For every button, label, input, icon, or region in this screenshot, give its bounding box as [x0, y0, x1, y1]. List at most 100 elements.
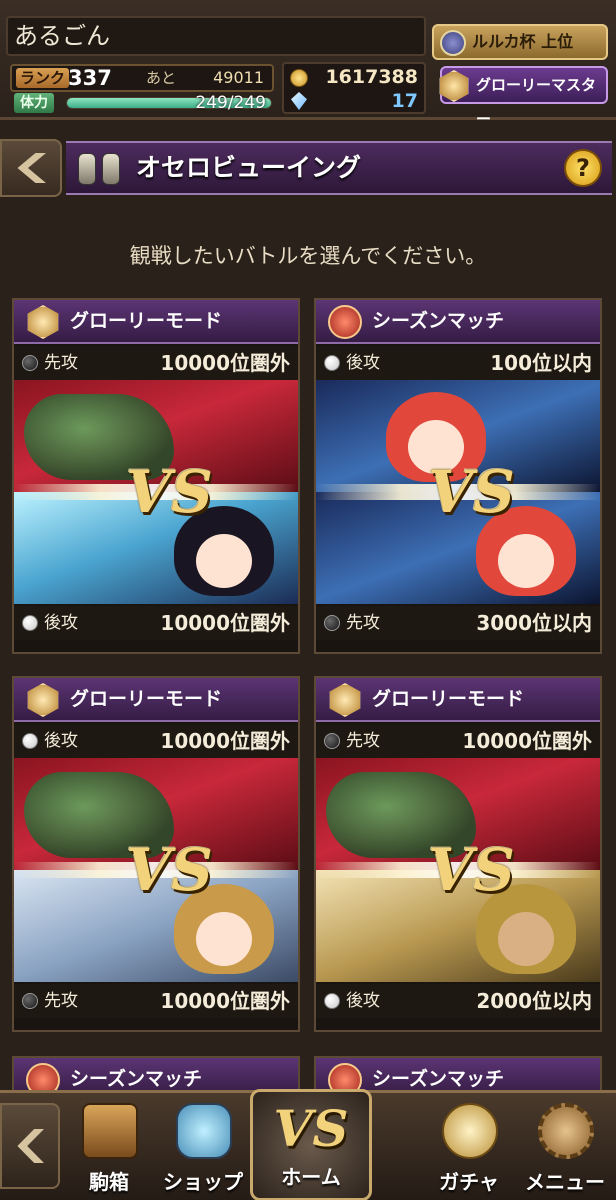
bottom-nav: 駒箱 ショップ VS ホーム ガチャ メニュー — [0, 1089, 616, 1200]
card-header: シーズンマッチ — [316, 300, 600, 344]
player-rank: 10000位圏外 — [160, 729, 290, 753]
vs-emblem: VS — [126, 458, 213, 526]
mode-label: グローリーモード — [70, 688, 223, 710]
player-row-top: 先攻 10000位圏外 — [316, 724, 600, 758]
player-row-top: 後攻 100位以内 — [316, 346, 600, 380]
rank-value: 337 — [68, 66, 112, 90]
stamina-panel: 体力 249/249 — [10, 92, 274, 114]
nav-label: 駒箱 — [89, 1170, 129, 1194]
turn-label: 先攻 — [44, 353, 78, 373]
turn-label: 先攻 — [44, 991, 78, 1011]
white-stone-icon — [22, 733, 38, 749]
nav-gacha[interactable]: ガチャ — [424, 1099, 514, 1199]
binoculars-icon — [78, 153, 122, 185]
chevron-left-icon — [17, 153, 46, 183]
glory-mode-icon — [329, 683, 361, 717]
player-row-bottom: 後攻 10000位圏外 — [14, 606, 298, 640]
currency-panel: 1617388 17 — [282, 62, 426, 114]
rank-panel: ランク 337 あと 49011 — [10, 64, 274, 92]
turn-label: 先攻 — [346, 613, 380, 633]
battle-card[interactable]: グローリーモード 先攻 10000位圏外 VS 後攻 10000位圏外 — [12, 298, 300, 654]
coins-icon — [442, 1103, 498, 1159]
nav-label: ショップ — [163, 1170, 243, 1194]
glory-master-label: グローリーマスター — [476, 76, 597, 128]
stamina-label: 体力 — [14, 93, 54, 113]
player-row-bottom: 後攻 2000位以内 — [316, 984, 600, 1018]
battle-art: VS — [316, 380, 600, 604]
glory-emblem-icon — [439, 70, 469, 102]
page-title: オセロビューイング — [136, 153, 362, 182]
battle-art: VS — [316, 758, 600, 982]
white-stone-icon — [324, 355, 340, 371]
gem-icon — [291, 92, 307, 110]
player-rank: 3000位以内 — [476, 611, 592, 635]
player-rank: 2000位以内 — [476, 989, 592, 1013]
battle-card[interactable]: グローリーモード 先攻 10000位圏外 VS 後攻 2000位以内 — [314, 676, 602, 1032]
nav-label: メニュー — [525, 1170, 605, 1194]
rank-label: ランク — [16, 68, 70, 88]
turn-label: 後攻 — [44, 731, 78, 751]
nav-back-button[interactable] — [0, 1103, 60, 1189]
player-row-top: 先攻 10000位圏外 — [14, 346, 298, 380]
nav-shop[interactable]: ショップ — [158, 1099, 248, 1199]
card-header: グローリーモード — [316, 678, 600, 722]
nav-piece-box[interactable]: 駒箱 — [64, 1099, 154, 1199]
battle-card[interactable]: シーズンマッチ 後攻 100位以内 VS 先攻 3000位以内 — [314, 298, 602, 654]
glory-mode-icon — [27, 305, 59, 339]
title-bar: オセロビューイング ? — [0, 135, 616, 201]
black-stone-icon — [22, 355, 38, 371]
cup-badge[interactable]: ルルカ杯 上位100 — [432, 24, 608, 83]
gem-value: 17 — [391, 90, 418, 112]
cup-mascot-icon — [440, 30, 466, 56]
player-row-top: 後攻 10000位圏外 — [14, 724, 298, 758]
player-rank: 10000位圏外 — [160, 351, 290, 375]
title-plate: オセロビューイング ? — [66, 141, 612, 195]
stamina-value: 249/249 — [195, 93, 266, 113]
turn-label: 後攻 — [346, 991, 380, 1011]
mode-label: シーズンマッチ — [372, 310, 505, 332]
nav-menu[interactable]: メニュー — [520, 1099, 610, 1199]
turn-label: 後攻 — [346, 353, 380, 373]
player-name: あるごん — [6, 16, 426, 56]
next-exp-label: あと — [146, 69, 177, 87]
glory-mode-icon — [27, 683, 59, 717]
back-button[interactable] — [0, 139, 62, 197]
chevron-left-icon — [17, 1129, 44, 1163]
white-stone-icon — [324, 993, 340, 1009]
card-header: グローリーモード — [14, 678, 298, 722]
chest-icon — [82, 1103, 138, 1159]
black-stone-icon — [22, 993, 38, 1009]
black-stone-icon — [324, 733, 340, 749]
player-row-bottom: 先攻 10000位圏外 — [14, 984, 298, 1018]
turn-label: 先攻 — [346, 731, 380, 751]
card-header: グローリーモード — [14, 300, 298, 344]
black-stone-icon — [324, 615, 340, 631]
coin-icon — [290, 69, 308, 87]
gear-icon — [538, 1103, 594, 1159]
season-match-icon — [328, 305, 362, 339]
battle-art: VS — [14, 758, 298, 982]
player-row-bottom: 先攻 3000位以内 — [316, 606, 600, 640]
player-rank: 10000位圏外 — [160, 611, 290, 635]
player-rank: 100位以内 — [490, 351, 592, 375]
battle-art: VS — [14, 380, 298, 604]
shop-icon — [176, 1103, 232, 1159]
glory-master-badge[interactable]: グローリーマスター — [439, 66, 608, 128]
battle-card[interactable]: グローリーモード 後攻 10000位圏外 VS 先攻 10000位圏外 — [12, 676, 300, 1032]
nav-label: ホーム — [281, 1165, 341, 1189]
mode-label: グローリーモード — [70, 310, 223, 332]
nav-home[interactable]: VS ホーム — [250, 1089, 372, 1200]
player-rank: 10000位圏外 — [462, 729, 592, 753]
white-stone-icon — [22, 615, 38, 631]
instruction-text: 観戦したいバトルを選んでください。 — [129, 244, 487, 268]
status-header: あるごん ランク 337 あと 49011 体力 249/249 1617388… — [0, 0, 616, 128]
next-exp-value: 49011 — [213, 68, 264, 87]
help-button[interactable]: ? — [564, 149, 602, 187]
vs-home-icon: VS — [273, 1099, 349, 1158]
mode-label: グローリーモード — [372, 688, 525, 710]
turn-label: 後攻 — [44, 613, 78, 633]
player-rank: 10000位圏外 — [160, 989, 290, 1013]
vs-emblem: VS — [428, 836, 515, 904]
nav-label: ガチャ — [439, 1170, 499, 1194]
vs-emblem: VS — [126, 836, 213, 904]
